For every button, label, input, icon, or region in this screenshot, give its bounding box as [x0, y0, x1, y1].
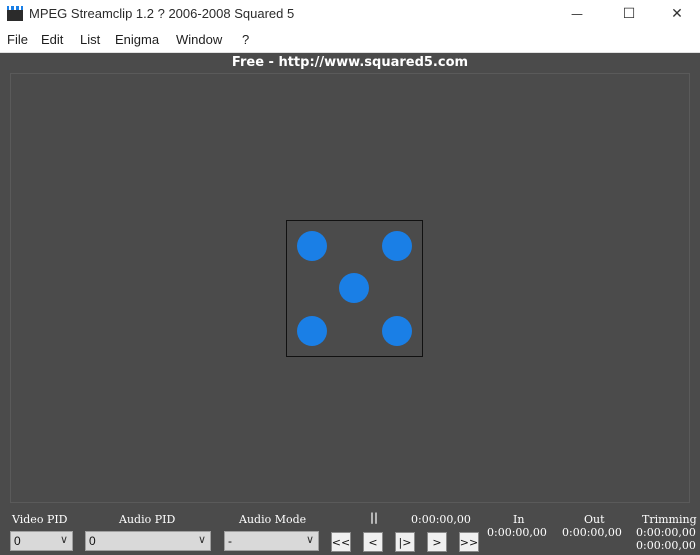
app-icon [7, 6, 23, 21]
current-time: 0:00:00,00 [411, 513, 471, 526]
step-forward-button[interactable]: > [427, 532, 447, 552]
trimming-time: 0:00:00,00 [636, 526, 696, 539]
fast-forward-button[interactable]: >> [459, 532, 479, 552]
fast-rewind-icon: << [331, 535, 351, 549]
free-banner: Free - http://www.squared5.com [231, 55, 469, 70]
audio-mode-label: Audio Mode [239, 513, 307, 526]
menu-edit[interactable]: Edit [41, 32, 63, 47]
play-icon: |> [398, 535, 412, 549]
menu-list[interactable]: List [80, 32, 100, 47]
menu-bar: File Edit List Enigma Window ? [0, 28, 700, 53]
video-pid-value: 0 [14, 534, 21, 548]
play-button[interactable]: |> [395, 532, 415, 552]
pause-indicator-icon: || [370, 511, 379, 524]
audio-pid-label: Audio PID [119, 513, 176, 526]
audio-pid-select[interactable]: 0 ∨ [85, 531, 211, 551]
minimize-icon: — [571, 7, 583, 21]
maximize-button[interactable]: ☐ [606, 0, 652, 28]
maximize-icon: ☐ [622, 6, 636, 22]
trimming-time: 0:00:00,00 [636, 539, 696, 552]
in-label: In [513, 513, 525, 526]
trimming-label: Trimming [642, 513, 697, 526]
step-back-button[interactable]: < [363, 532, 383, 552]
dice-pip [382, 316, 412, 346]
chevron-down-icon: ∨ [59, 534, 68, 546]
audio-mode-select[interactable]: - ∨ [224, 531, 319, 551]
title-bar: MPEG Streamclip 1.2 ? 2006-2008 Squared … [0, 0, 700, 28]
dice-placeholder-image [286, 220, 423, 357]
minimize-button[interactable]: — [554, 0, 600, 28]
rewind-button[interactable]: << [331, 532, 351, 552]
fast-forward-icon: >> [459, 535, 479, 549]
menu-file[interactable]: File [7, 32, 28, 47]
chevron-down-icon: ∨ [305, 534, 314, 546]
out-time: 0:00:00,00 [562, 526, 622, 539]
out-label: Out [584, 513, 605, 526]
video-pid-label: Video PID [12, 513, 68, 526]
step-back-icon: < [368, 535, 378, 549]
close-button[interactable]: ✕ [654, 0, 700, 28]
close-icon: ✕ [671, 6, 683, 22]
step-forward-icon: > [432, 535, 442, 549]
video-pid-select[interactable]: 0 ∨ [10, 531, 73, 551]
menu-enigma[interactable]: Enigma [115, 32, 159, 47]
audio-mode-value: - [228, 534, 232, 548]
dice-pip [297, 316, 327, 346]
audio-pid-value: 0 [89, 534, 96, 548]
in-time: 0:00:00,00 [487, 526, 547, 539]
menu-help[interactable]: ? [242, 32, 249, 47]
dice-pip [339, 273, 369, 303]
dice-pip [382, 231, 412, 261]
chevron-down-icon: ∨ [197, 534, 206, 546]
window-title: MPEG Streamclip 1.2 ? 2006-2008 Squared … [29, 6, 295, 21]
menu-window[interactable]: Window [176, 32, 222, 47]
dice-pip [297, 231, 327, 261]
